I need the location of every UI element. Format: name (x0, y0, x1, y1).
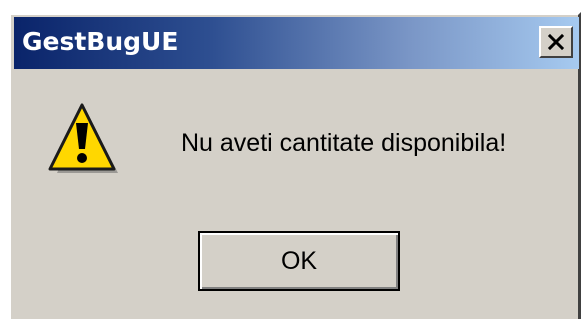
ok-button[interactable]: OK (198, 231, 400, 291)
warning-icon (48, 103, 118, 173)
message-text: Nu aveti cantitate disponibila! (181, 129, 507, 157)
close-icon (547, 33, 565, 51)
title-bar[interactable]: GestBugUE (14, 17, 579, 69)
message-dialog: GestBugUE Nu aveti cantitate disponibila… (8, 12, 581, 319)
ok-button-label: OK (280, 246, 318, 275)
close-button[interactable] (539, 26, 573, 58)
window-title: GestBugUE (22, 27, 179, 56)
